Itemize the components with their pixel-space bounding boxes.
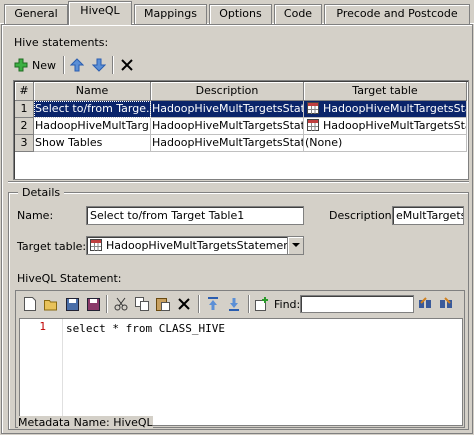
arrow-top-icon: [208, 297, 218, 310]
hiveql-code-editor[interactable]: 1 select * from CLASS_HIVE: [19, 318, 463, 426]
delete-text-button[interactable]: [175, 293, 193, 315]
description-field[interactable]: eMultTargetsS: [392, 206, 464, 225]
new-document-icon: [24, 297, 36, 311]
toolbar-separator: [112, 56, 114, 74]
move-to-bottom-button[interactable]: [225, 293, 243, 315]
tab-precode-postcode[interactable]: Precode and Postcode: [324, 4, 470, 24]
find-previous-icon: [419, 297, 431, 308]
column-header-description[interactable]: Description: [151, 82, 304, 101]
arrow-down-icon: [92, 58, 106, 72]
status-text: Metadata Name: HiveQL: [18, 416, 153, 429]
insert-button[interactable]: [253, 293, 271, 315]
cell-description[interactable]: HadoopHiveMultTargetsStat...: [151, 118, 304, 135]
copy-button[interactable]: [133, 293, 151, 315]
tab-label: General: [14, 7, 58, 20]
cell-target-text: HadoopHiveMultTargetsSta...: [323, 119, 467, 132]
close-icon: [121, 59, 133, 71]
row-number[interactable]: 3: [15, 135, 34, 152]
arrow-bottom-icon: [229, 298, 239, 311]
cell-description[interactable]: HadoopHiveMultTargetsStat...: [151, 135, 304, 152]
save-as-button[interactable]: [84, 293, 102, 315]
toolbar-separator: [198, 295, 200, 313]
arrow-up-icon: [70, 58, 84, 72]
find-previous-button[interactable]: [417, 293, 435, 315]
target-table-value: HadoopHiveMultTargetsStatemen...: [106, 239, 301, 252]
copy-icon: [135, 297, 149, 311]
toolbar-separator: [63, 56, 65, 74]
cell-target-text: HadoopHiveMultTargetsSta...: [323, 102, 467, 115]
tab-general[interactable]: General: [4, 4, 68, 24]
tab-options[interactable]: Options: [209, 4, 272, 24]
save-icon: [65, 297, 79, 311]
tab-label: HiveQL: [80, 4, 120, 17]
name-label: Name:: [17, 209, 54, 222]
chevron-down-icon: [291, 243, 300, 247]
new-document-button[interactable]: [21, 293, 39, 315]
cell-target[interactable]: HadoopHiveMultTargetsSta...: [304, 118, 467, 135]
name-field[interactable]: Select to/from Target Table1: [86, 206, 304, 225]
hiveql-statement-label: HiveQL Statement:: [17, 272, 122, 285]
cell-target[interactable]: HadoopHiveMultTargetsSta...: [304, 101, 467, 118]
cell-name[interactable]: Show Tables: [34, 135, 151, 152]
cut-button[interactable]: [112, 293, 130, 315]
close-icon: [178, 298, 190, 310]
details-legend: Details: [18, 186, 65, 199]
hive-statements-label: Hive statements:: [14, 36, 109, 49]
move-down-button[interactable]: [90, 54, 108, 76]
column-header-target[interactable]: Target table: [304, 82, 467, 101]
move-up-button[interactable]: [68, 54, 86, 76]
target-table-label: Target table:: [17, 240, 87, 253]
cell-target[interactable]: (None): [304, 135, 467, 152]
tab-label: Precode and Postcode: [336, 7, 458, 20]
tab-bar: General HiveQL Mappings Options Code Pre…: [0, 0, 474, 25]
save-as-icon: [86, 297, 100, 311]
cell-name[interactable]: Select to/from Targe...: [34, 101, 151, 118]
cell-name[interactable]: HadoopHiveMultTarg...: [34, 118, 151, 135]
row-number[interactable]: 2: [15, 118, 34, 135]
paste-button[interactable]: [154, 293, 172, 315]
open-button[interactable]: [42, 293, 60, 315]
new-button[interactable]: New: [14, 54, 60, 76]
save-button[interactable]: [63, 293, 81, 315]
description-label: Description:: [329, 209, 396, 222]
delete-button[interactable]: [118, 54, 136, 76]
code-line[interactable]: select * from CLASS_HIVE: [66, 322, 225, 335]
target-table-select[interactable]: HadoopHiveMultTargetsStatemen...: [86, 236, 304, 255]
line-number-gutter: 1: [20, 319, 63, 425]
splitter[interactable]: [8, 181, 469, 183]
statements-table[interactable]: # Name Description Target table 1 Select…: [13, 80, 469, 180]
tab-label: Options: [219, 7, 262, 20]
table-icon: [90, 239, 102, 251]
tab-hiveql[interactable]: HiveQL: [68, 1, 132, 25]
tab-label: Mappings: [144, 7, 197, 20]
find-label: Find:: [274, 298, 301, 311]
folder-open-icon: [43, 299, 57, 310]
find-next-button[interactable]: [438, 293, 456, 315]
column-header-num[interactable]: #: [15, 82, 34, 101]
cell-description[interactable]: HadoopHiveMultTargetsStat...: [151, 101, 304, 118]
move-to-top-button[interactable]: [204, 293, 222, 315]
new-button-label: New: [32, 58, 56, 72]
toolbar-separator: [248, 295, 250, 313]
column-header-name[interactable]: Name: [34, 82, 151, 101]
dropdown-button[interactable]: [287, 237, 303, 254]
table-icon: [307, 102, 319, 114]
row-number[interactable]: 1: [15, 101, 34, 118]
tab-code[interactable]: Code: [274, 4, 322, 24]
tab-mappings[interactable]: Mappings: [134, 4, 207, 24]
table-icon: [307, 119, 319, 131]
tab-label: Code: [283, 7, 313, 20]
line-number: 1: [39, 320, 46, 333]
hiveql-editor-panel: Find: 1 select * from CLASS_HIVE: [15, 290, 465, 428]
scissors-icon: [114, 297, 128, 311]
find-next-icon: [440, 297, 452, 308]
find-input[interactable]: [300, 295, 414, 313]
toolbar-separator: [106, 295, 108, 313]
insert-icon: [255, 297, 268, 311]
paste-icon: [156, 298, 170, 311]
plus-icon: [14, 58, 28, 72]
